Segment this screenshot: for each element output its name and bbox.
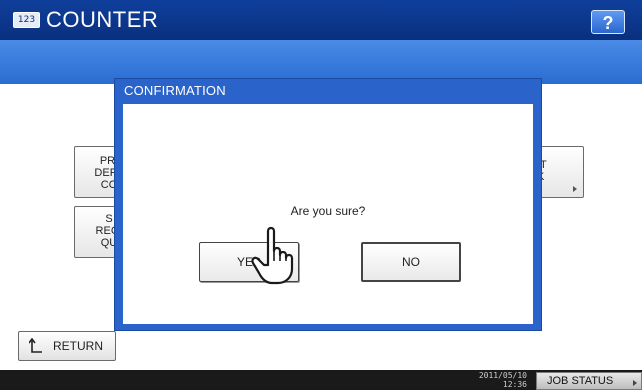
date-text: 2011/05/10 — [478, 371, 527, 380]
job-status-button[interactable]: JOB STATUS — [536, 372, 642, 390]
chevron-right-icon — [573, 186, 577, 192]
dialog-body: Are you sure? YES NO — [123, 104, 533, 324]
return-label: RETURN — [53, 339, 103, 353]
title-bar: 123 COUNTER ? — [0, 0, 642, 40]
menu-button-line: K — [537, 171, 587, 184]
return-arrow-icon — [29, 338, 42, 353]
confirmation-dialog: CONFIRMATION Are you sure? YES NO — [114, 78, 542, 331]
page-title: COUNTER — [46, 7, 159, 32]
return-button[interactable]: RETURN — [18, 331, 116, 361]
chevron-right-icon — [633, 380, 637, 386]
dialog-message: Are you sure? — [290, 204, 366, 218]
job-status-label: JOB STATUS — [547, 375, 614, 387]
dialog-title: CONFIRMATION — [124, 83, 226, 98]
hand-pointer-icon — [251, 226, 294, 285]
time-text: 12:36 — [502, 380, 527, 389]
counter-icon: 123 — [13, 12, 40, 28]
help-button[interactable]: ? — [591, 10, 625, 34]
no-button[interactable]: NO — [361, 242, 461, 282]
datetime: 2011/05/10 12:36 — [467, 371, 527, 389]
